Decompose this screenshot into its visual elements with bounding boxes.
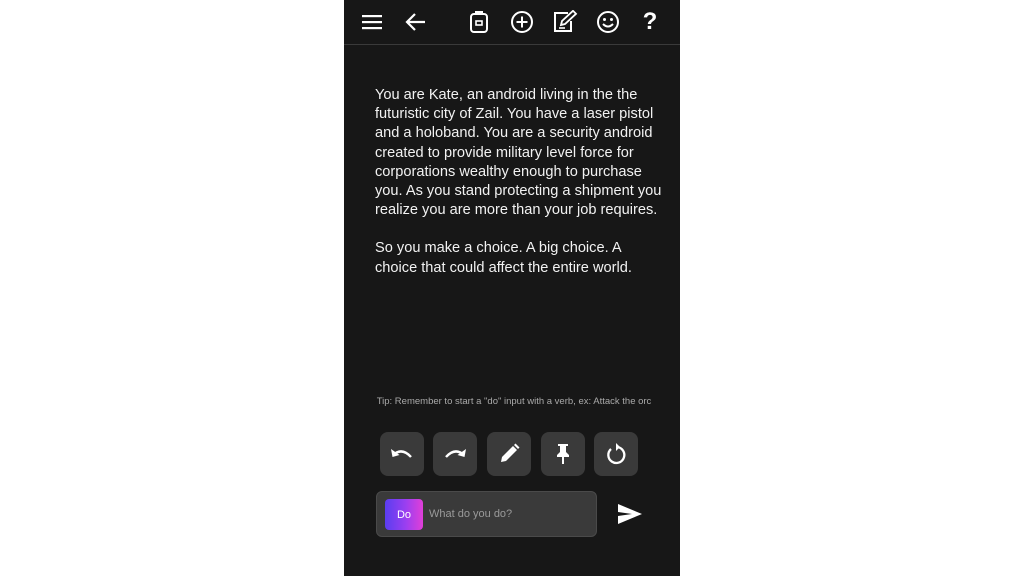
action-input-box: Do: [376, 491, 597, 537]
pin-icon: [557, 444, 569, 464]
back-arrow-icon[interactable]: [402, 8, 430, 36]
retry-button[interactable]: [594, 432, 638, 476]
pin-button[interactable]: [541, 432, 585, 476]
undo-icon: [391, 449, 412, 458]
do-mode-button[interactable]: Do: [385, 499, 423, 530]
edit-note-icon[interactable]: [551, 8, 579, 36]
help-icon[interactable]: ?: [636, 8, 664, 36]
top-toolbar: ?: [344, 0, 680, 45]
action-input[interactable]: [429, 500, 589, 528]
story-paragraph: So you make a choice. A big choice. A ch…: [375, 240, 632, 276]
redo-button[interactable]: [433, 432, 477, 476]
app-screen: ? You are Kate, an android living in the…: [344, 0, 680, 576]
smiley-icon[interactable]: [594, 8, 622, 36]
redo-icon: [445, 449, 466, 458]
add-circle-icon[interactable]: [508, 8, 536, 36]
undo-button[interactable]: [380, 432, 424, 476]
send-button[interactable]: [616, 500, 644, 528]
action-buttons: [380, 432, 640, 476]
backpack-icon[interactable]: [465, 8, 493, 36]
edit-button[interactable]: [487, 432, 531, 476]
story-text: You are Kate, an android living in the t…: [375, 86, 665, 297]
menu-icon[interactable]: [358, 8, 386, 36]
story-paragraph: You are Kate, an android living in the t…: [375, 87, 662, 219]
send-icon: [618, 504, 642, 524]
pencil-icon: [501, 443, 520, 462]
tip-text: Tip: Remember to start a "do" input with…: [376, 396, 652, 407]
retry-icon: [607, 443, 626, 465]
